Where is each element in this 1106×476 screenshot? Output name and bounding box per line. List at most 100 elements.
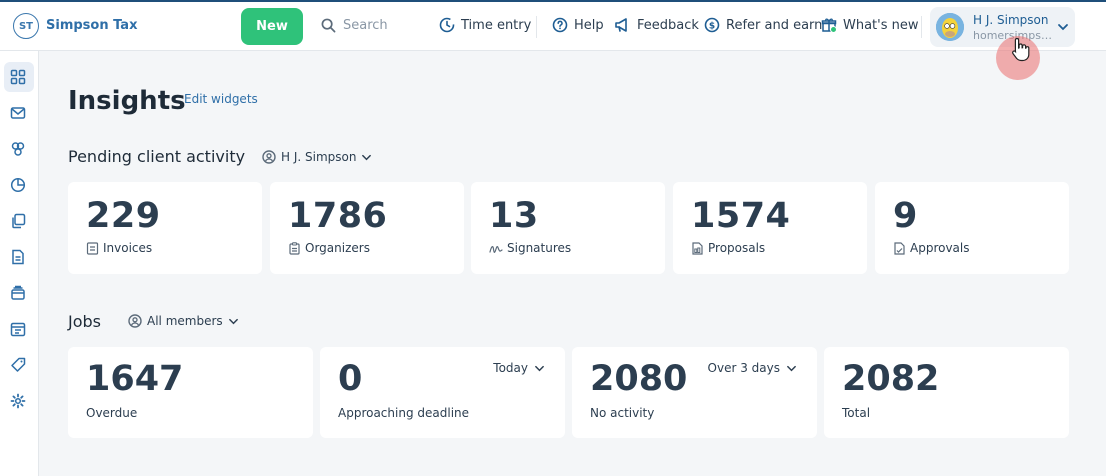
time-entry-button[interactable]: Time entry <box>439 17 531 33</box>
dollar-icon: $ <box>704 17 720 33</box>
top-bar: ST Simpson Tax New Search Time entry Hel… <box>0 2 1106 51</box>
copy-icon <box>12 213 26 229</box>
sidebar-item-workflow[interactable] <box>9 320 27 338</box>
no-activity-label: No activity <box>590 406 655 420</box>
signatures-label: Signatures <box>489 241 571 255</box>
sidebar <box>0 51 39 476</box>
jobs-title: Jobs <box>68 312 101 331</box>
invoices-label-text: Invoices <box>103 241 153 255</box>
proposals-label: Proposals <box>691 241 765 255</box>
approaching-count: 0 <box>338 359 363 399</box>
help-button[interactable]: Help <box>552 17 604 33</box>
signatures-count: 13 <box>489 196 539 236</box>
invoices-count: 229 <box>86 196 161 236</box>
pending-filter-label: H J. Simpson <box>281 150 357 164</box>
invoices-card[interactable]: 229 Invoices <box>68 182 262 274</box>
approvals-count: 9 <box>893 196 918 236</box>
proposals-label-text: Proposals <box>708 241 766 255</box>
dashboard-icon <box>10 69 26 85</box>
pending-user-filter[interactable]: H J. Simpson <box>262 150 372 164</box>
jobs-filter-label: All members <box>147 314 223 328</box>
clients-icon <box>11 142 25 156</box>
whats-new-label: What's new <box>843 17 919 33</box>
feedback-label: Feedback <box>637 17 699 33</box>
approval-icon <box>894 241 905 255</box>
sidebar-item-inbox[interactable] <box>9 104 27 122</box>
total-count: 2082 <box>842 359 940 399</box>
chevron-down-icon <box>228 318 238 324</box>
time-entry-label: Time entry <box>461 17 532 33</box>
signatures-label-text: Signatures <box>507 241 572 255</box>
sidebar-item-clients[interactable] <box>9 140 27 158</box>
total-label: Total <box>842 406 871 420</box>
approaching-label: Approaching deadline <box>338 406 470 420</box>
mail-icon <box>10 107 26 119</box>
chevron-down-icon <box>787 365 796 371</box>
sidebar-item-documents[interactable] <box>9 212 27 230</box>
signatures-card[interactable]: 13 Signatures <box>471 182 665 274</box>
user-name: H J. Simpson <box>973 13 1049 27</box>
proposals-card[interactable]: 1574 Proposals <box>673 182 867 274</box>
sidebar-item-reports[interactable] <box>9 176 27 194</box>
whats-new-button[interactable]: What's new <box>821 17 919 33</box>
hand-cursor-icon <box>1012 37 1030 62</box>
no-activity-card[interactable]: 2080 No activity Over 3 days <box>572 347 817 438</box>
feedback-button[interactable]: Feedback <box>614 17 699 33</box>
chevron-down-icon[interactable] <box>1057 21 1069 33</box>
megaphone-icon <box>615 18 627 32</box>
user-circle-icon <box>262 150 276 164</box>
sidebar-item-insights[interactable] <box>9 68 27 86</box>
organizers-label-text: Organizers <box>305 241 370 255</box>
jobs-member-filter[interactable]: All members <box>128 314 239 328</box>
organizers-count: 1786 <box>288 196 388 236</box>
help-label: Help <box>574 17 604 33</box>
over-3-days-dropdown[interactable]: Over 3 days <box>708 361 797 375</box>
sidebar-item-payments[interactable] <box>9 284 27 302</box>
brand-logo-text: ST <box>18 20 34 32</box>
total-card[interactable]: 2082 Total <box>824 347 1069 438</box>
nav-divider <box>536 16 537 38</box>
help-icon <box>552 17 568 33</box>
overdue-card[interactable]: 1647 Overdue <box>68 347 313 438</box>
gift-icon <box>821 17 837 33</box>
today-dropdown-label: Today <box>493 361 528 375</box>
today-dropdown[interactable]: Today <box>493 361 545 375</box>
tag-icon <box>11 357 26 372</box>
approvals-label: Approvals <box>893 241 970 255</box>
new-indicator-dot <box>830 26 837 33</box>
brand-logo[interactable]: ST <box>13 13 39 39</box>
search-placeholder: Search <box>343 18 388 33</box>
sidebar-item-settings[interactable] <box>9 392 27 410</box>
approvals-card[interactable]: 9 Approvals <box>875 182 1069 274</box>
pending-activity-title: Pending client activity <box>68 147 246 166</box>
calendar-icon <box>10 322 26 337</box>
refer-and-earn-button[interactable]: $ Refer and earn <box>704 17 822 33</box>
chevron-down-icon <box>535 365 544 371</box>
proposals-count: 1574 <box>691 196 791 236</box>
refer-label: Refer and earn <box>726 17 823 33</box>
approvals-label-text: Approvals <box>910 241 970 255</box>
over-3-days-label: Over 3 days <box>707 361 780 375</box>
search-box[interactable]: Search <box>321 18 388 33</box>
approaching-deadline-card[interactable]: 0 Approaching deadline Today <box>320 347 565 438</box>
card-stack-icon <box>11 285 25 300</box>
invoice-icon <box>12 249 24 265</box>
overdue-count: 1647 <box>86 359 184 399</box>
sidebar-item-marketplace[interactable] <box>9 356 27 374</box>
edit-widgets-link[interactable]: Edit widgets <box>184 92 258 106</box>
pie-chart-icon <box>10 177 26 193</box>
nav-divider <box>921 16 922 38</box>
clipboard-icon <box>289 241 300 255</box>
sidebar-item-billing[interactable] <box>9 248 27 266</box>
brand-name[interactable]: Simpson Tax <box>46 18 137 33</box>
svg-text:$: $ <box>709 22 715 32</box>
organizers-card[interactable]: 1786 Organizers <box>270 182 464 274</box>
gear-icon <box>10 393 26 409</box>
avatar <box>936 13 964 41</box>
proposal-icon <box>692 241 703 255</box>
overdue-label: Overdue <box>86 406 138 420</box>
user-circle-icon <box>128 314 142 328</box>
new-button[interactable]: New <box>241 8 303 45</box>
clock-icon <box>439 17 455 33</box>
chevron-down-icon <box>362 154 372 160</box>
